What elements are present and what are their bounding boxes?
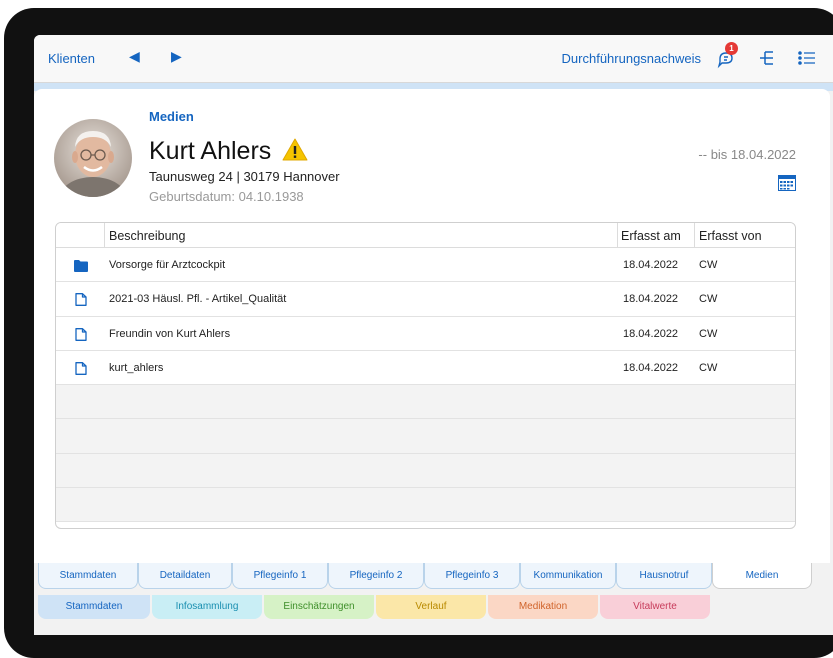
row-date: 18.04.2022 [623, 259, 679, 271]
notification-badge: 1 [725, 42, 738, 55]
empty-table-row [56, 419, 795, 454]
hierarchy-icon[interactable] [756, 47, 778, 69]
document-icon [74, 327, 88, 341]
empty-table-row [56, 453, 795, 489]
row-author: CW [699, 293, 718, 306]
module-tab-vitalwerte[interactable]: Vitalwerte [600, 595, 710, 619]
module-tab-einschaetzungen[interactable]: Einschätzungen [264, 595, 374, 619]
tab-pflegeinfo-3[interactable]: Pflegeinfo 3 [424, 563, 520, 589]
table-row[interactable]: Vorsorge für Arztcockpit 18.04.2022 CW [56, 248, 795, 283]
detail-tab-bar: Stammdaten Detaildaten Pflegeinfo 1 Pfle… [34, 563, 833, 593]
tab-hausnotruf[interactable]: Hausnotruf [616, 563, 712, 589]
row-date: 18.04.2022 [623, 361, 679, 374]
client-avatar [54, 119, 132, 197]
top-navigation-bar: Klienten ◀ ▶ Durchführungsnachweis 1 [34, 35, 833, 83]
tab-detaildaten[interactable]: Detaildaten [138, 563, 232, 589]
empty-table-row [56, 385, 795, 420]
row-description: Vorsorge für Arztcockpit [109, 259, 226, 271]
row-description: Freundin von Kurt Ahlers [109, 327, 231, 340]
table-row[interactable]: kurt_ahlers 18.04.2022 CW [56, 350, 795, 386]
empty-table-row [56, 488, 795, 523]
table-header: Beschreibung Erfasst am Erfasst von [56, 223, 795, 248]
folder-icon [74, 259, 88, 272]
section-title: Medien [149, 109, 194, 124]
column-header-description[interactable]: Beschreibung [109, 229, 185, 243]
tab-pflegeinfo-2[interactable]: Pflegeinfo 2 [328, 563, 424, 589]
client-media-card: Medien Kurt Ahlers Taunusweg 24 | 30179 … [34, 89, 830, 563]
row-description: 2021-03 Häusl. Pfl. - Artikel_Qualität [109, 293, 287, 306]
document-icon [74, 361, 88, 375]
client-birthdate: Geburtsdatum: 04.10.1938 [149, 189, 304, 204]
row-description: kurt_ahlers [109, 361, 164, 374]
warning-icon[interactable] [282, 138, 308, 168]
calendar-icon[interactable] [778, 175, 796, 191]
module-tab-bar: Stammdaten Infosammlung Einschätzungen V… [34, 595, 833, 625]
table-row[interactable]: 2021-03 Häusl. Pfl. - Artikel_Qualität 1… [56, 282, 795, 317]
module-tab-medikation[interactable]: Medikation [488, 595, 598, 619]
row-author: CW [699, 259, 718, 271]
tab-medien[interactable]: Medien [712, 563, 812, 589]
module-tab-stammdaten[interactable]: Stammdaten [38, 595, 150, 619]
execution-record-link[interactable]: Durchführungsnachweis [562, 51, 701, 66]
column-header-recorded-on[interactable]: Erfasst am [621, 229, 681, 243]
client-name-row: Kurt Ahlers [149, 137, 308, 168]
tab-pflegeinfo-1[interactable]: Pflegeinfo 1 [232, 563, 328, 589]
chat-notifications-icon[interactable]: 1 [716, 42, 738, 69]
back-to-clients-button[interactable]: Klienten [48, 51, 95, 66]
table-row[interactable]: Freundin von Kurt Ahlers 18.04.2022 CW [56, 316, 795, 351]
media-table: Beschreibung Erfasst am Erfasst von Vors… [55, 222, 796, 529]
row-author: CW [699, 327, 718, 340]
next-client-icon[interactable]: ▶ [171, 48, 182, 65]
client-name: Kurt Ahlers [149, 137, 272, 165]
module-tab-verlauf[interactable]: Verlauf [376, 595, 486, 619]
column-header-recorded-by[interactable]: Erfasst von [699, 229, 762, 243]
tab-stammdaten[interactable]: Stammdaten [38, 563, 138, 589]
tab-kommunikation[interactable]: Kommunikation [520, 563, 616, 589]
list-menu-icon[interactable] [796, 47, 818, 69]
client-address: Taunusweg 24 | 30179 Hannover [149, 169, 340, 184]
module-tab-infosammlung[interactable]: Infosammlung [152, 595, 262, 619]
app-screen: Klienten ◀ ▶ Durchführungsnachweis 1 Med… [34, 35, 833, 635]
row-date: 18.04.2022 [623, 293, 679, 306]
previous-client-icon[interactable]: ◀ [129, 48, 140, 65]
row-author: CW [699, 361, 718, 374]
document-icon [74, 293, 88, 307]
row-date: 18.04.2022 [623, 327, 679, 340]
date-range: -- bis 18.04.2022 [698, 147, 796, 162]
